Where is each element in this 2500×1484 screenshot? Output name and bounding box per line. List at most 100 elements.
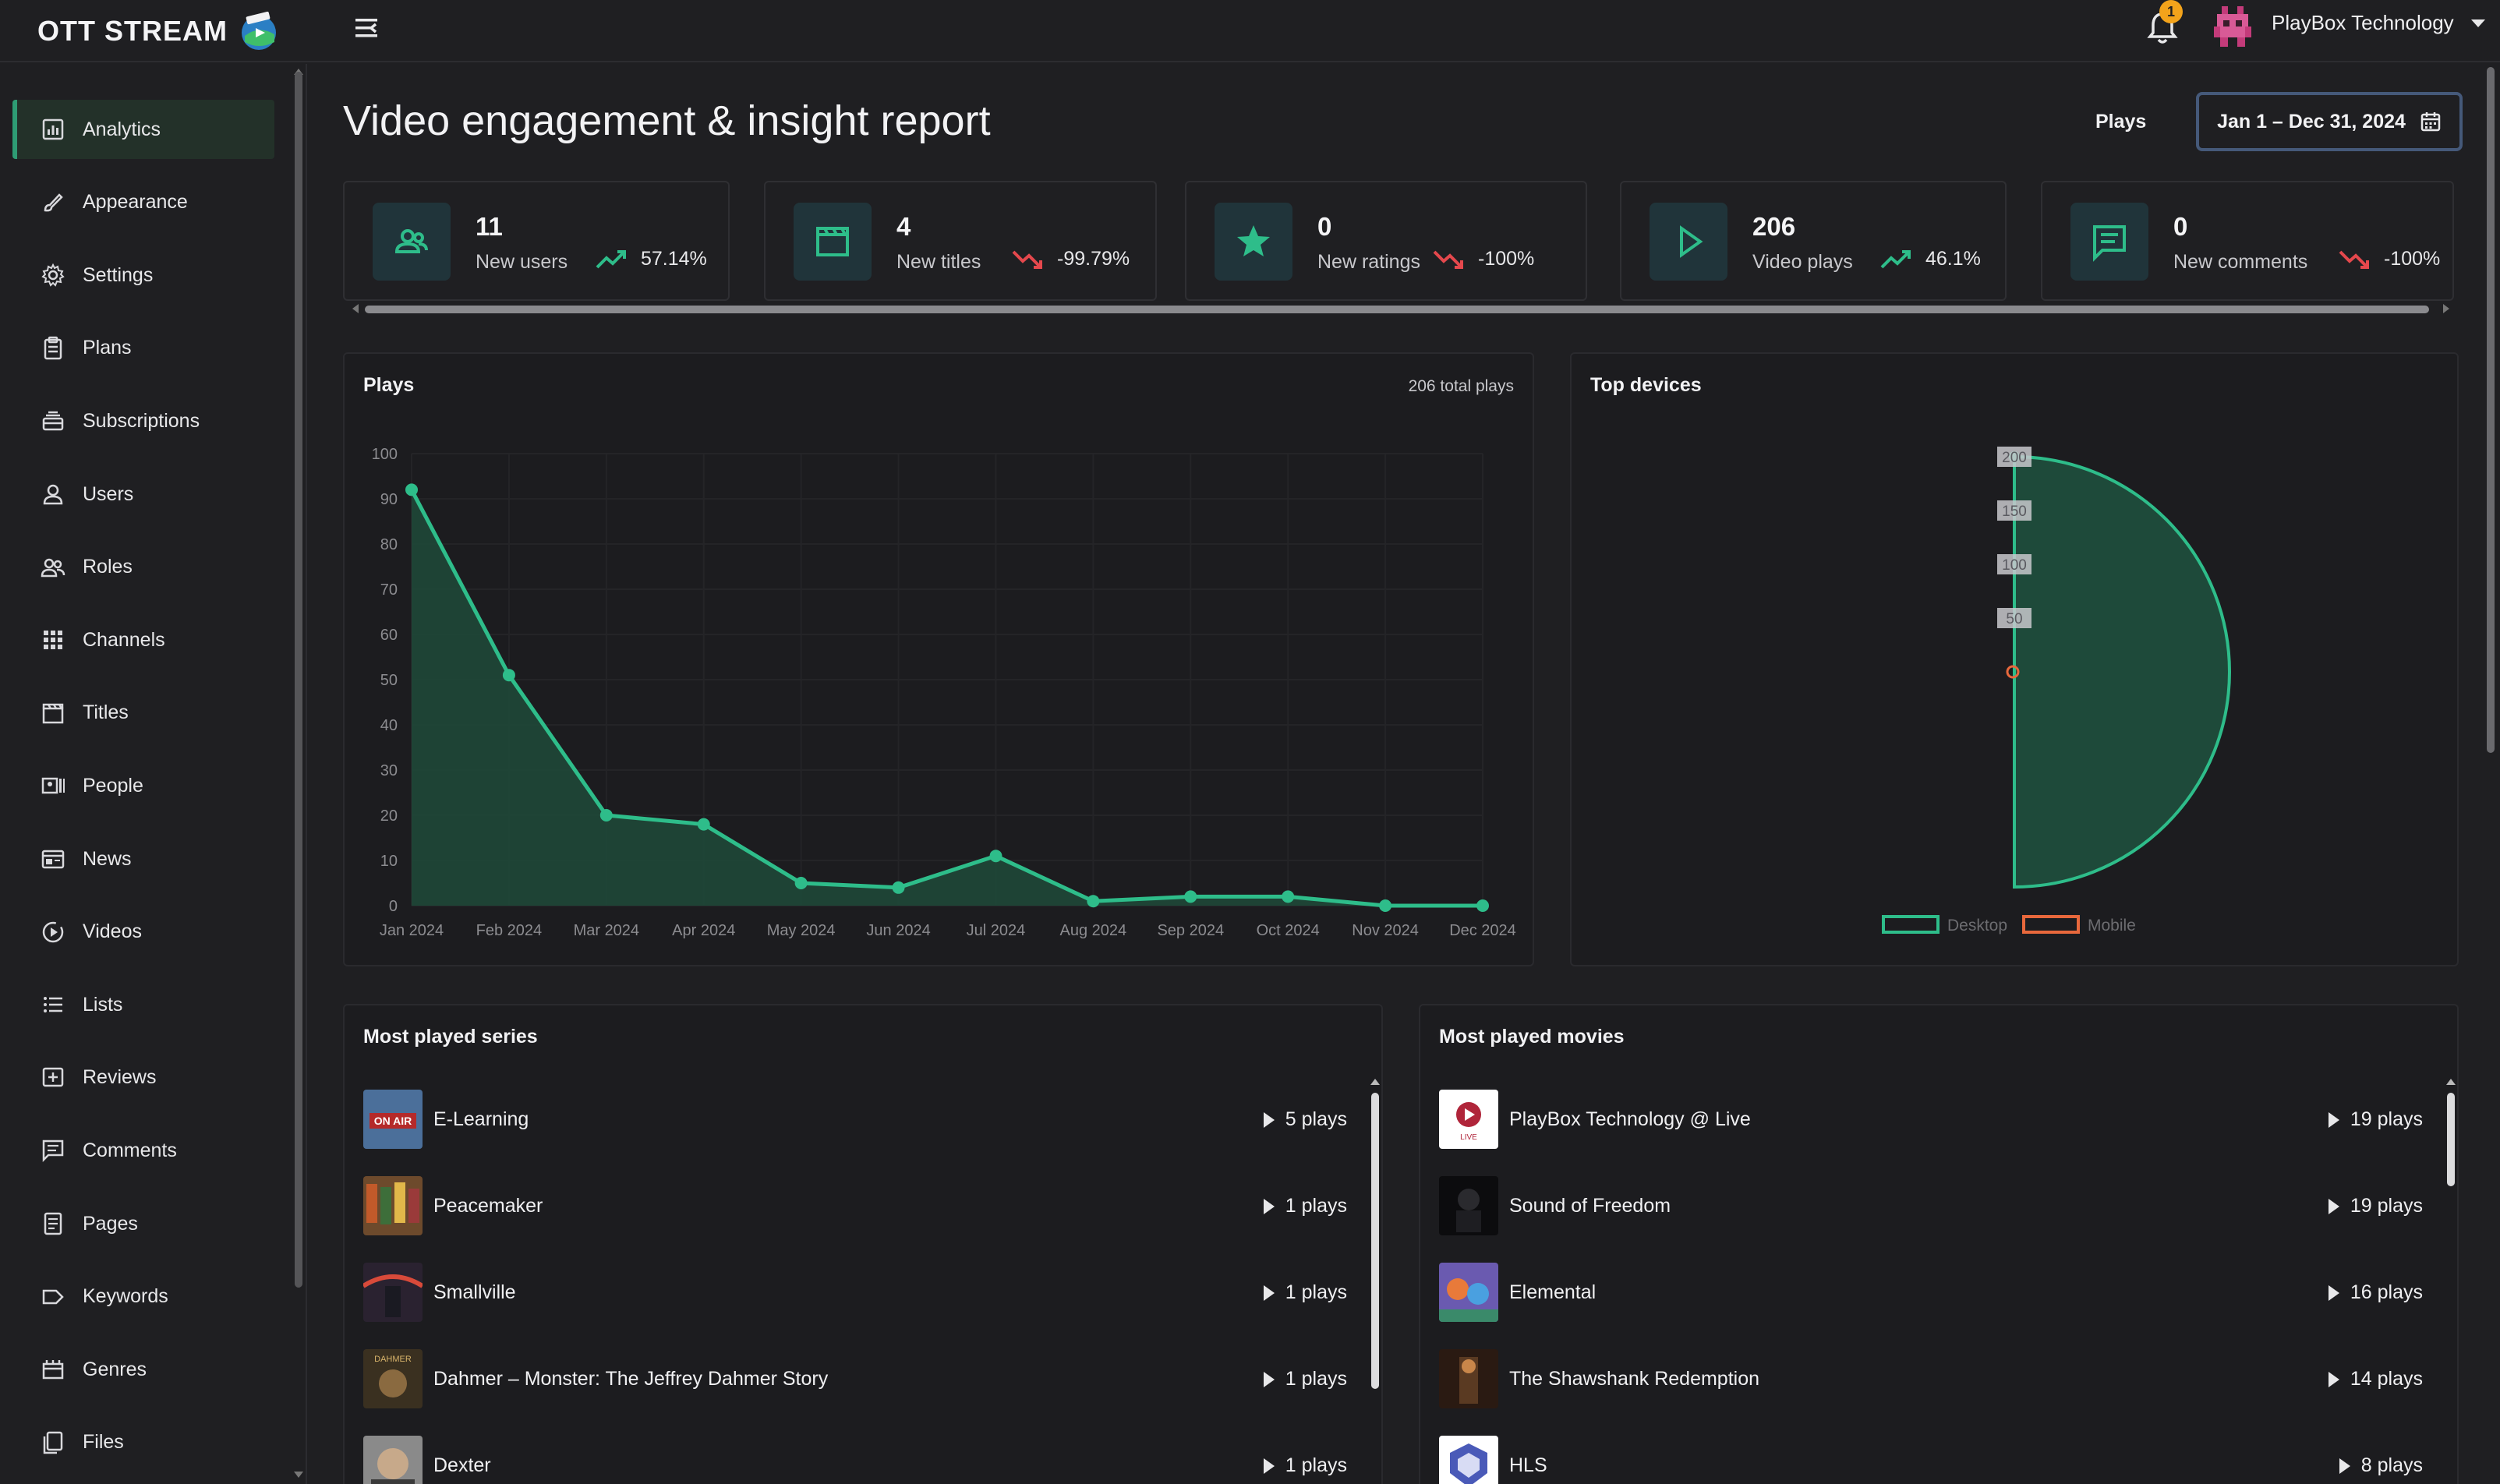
desktop-area xyxy=(2013,454,2231,889)
sidebar-item-label: Videos xyxy=(83,920,142,943)
plays-chart: 0 10 20 30 40 50 60 70 80 90 100 Jan 2024 Feb 2024 Ma… xyxy=(372,446,1516,939)
brand-logo-icon xyxy=(241,11,276,50)
stat-label: Video plays xyxy=(1752,251,1853,273)
page-scrollbar[interactable] xyxy=(2487,67,2495,753)
thumbnail xyxy=(1439,1436,1498,1484)
devices-panel: Top devices 200 150 100 50 Desktop Mobile xyxy=(1570,352,2459,966)
scroll-up-arrow[interactable] xyxy=(1370,1079,1380,1085)
y-tick-label: 40 xyxy=(380,717,398,734)
stat-trend-value: 57.14% xyxy=(641,248,707,270)
sidebar-item-settings[interactable]: Settings xyxy=(12,246,274,305)
sidebar-item-label: Reviews xyxy=(83,1066,157,1089)
scroll-left-arrow[interactable] xyxy=(352,304,359,313)
sidebar-item-label: Analytics xyxy=(83,118,161,140)
list-item[interactable]: DAHMER Dahmer – Monster: The Jeffrey Dahm… xyxy=(363,1349,828,1408)
movie-title: HLS xyxy=(1509,1454,1547,1476)
sidebar-item-label: Subscriptions xyxy=(83,409,200,432)
stat-icon-box xyxy=(2070,203,2148,281)
x-tick-label: Aug 2024 xyxy=(1060,922,1127,939)
series-title: Dexter xyxy=(433,1454,491,1476)
stat-icon-box xyxy=(1215,203,1292,281)
list-item[interactable]: LIVE PlayBox Technology @ Live xyxy=(1439,1090,1751,1149)
sidebar-scrollbar[interactable] xyxy=(295,72,302,1288)
x-tick-label: Jun 2024 xyxy=(866,922,930,939)
trend-down-icon xyxy=(2339,250,2369,269)
play-count-value: 14 plays xyxy=(2350,1368,2423,1390)
play-count-value: 8 plays xyxy=(2360,1454,2423,1476)
play-count-value: 16 plays xyxy=(2350,1281,2423,1303)
stat-value: 0 xyxy=(1317,212,1332,241)
sidebar-item-label: Pages xyxy=(83,1212,138,1235)
trend-down-icon xyxy=(1433,250,1463,269)
movie-title: Elemental xyxy=(1509,1281,1597,1303)
sidebar-item-users[interactable]: Users xyxy=(12,465,274,524)
play-count: 14 plays xyxy=(2328,1368,2423,1390)
x-tick-label: Oct 2024 xyxy=(1257,922,1320,939)
list-item[interactable]: Dexter xyxy=(363,1436,491,1484)
sidebar-item-people[interactable]: People xyxy=(12,756,274,815)
movie-title: PlayBox Technology @ Live xyxy=(1509,1108,1751,1130)
x-tick-label: Jan 2024 xyxy=(380,922,444,939)
sidebar-item-roles[interactable]: Roles xyxy=(12,538,274,597)
data-point xyxy=(1282,890,1295,903)
sidebar-item-channels[interactable]: Channels xyxy=(12,610,274,670)
list-item[interactable]: Elemental xyxy=(1439,1263,1596,1322)
list-item[interactable]: ON AIR E-Learning xyxy=(363,1090,529,1149)
sidebar-item-label: Roles xyxy=(83,556,133,578)
play-count: 1 plays xyxy=(1263,1195,1347,1217)
sidebar-item-titles[interactable]: Titles xyxy=(12,684,274,743)
play-icon xyxy=(1263,1111,1275,1128)
stat-card-video-plays: 206 Video plays 46.1% xyxy=(1620,181,2007,301)
date-range-button[interactable]: Jan 1 – Dec 31, 2024 xyxy=(2196,92,2463,151)
scroll-down-arrow[interactable] xyxy=(294,1472,303,1478)
stat-trend: -99.79% xyxy=(1012,248,1130,270)
sidebar-item-genres[interactable]: Genres xyxy=(12,1340,274,1399)
user-icon xyxy=(43,484,63,505)
clapper-icon xyxy=(816,227,849,256)
scroll-up-arrow[interactable] xyxy=(2446,1079,2456,1085)
trend-up-icon xyxy=(596,249,626,268)
sidebar-item-videos[interactable]: Videos xyxy=(12,903,274,962)
list-item[interactable]: Peacemaker xyxy=(363,1176,543,1235)
data-point xyxy=(989,850,1002,863)
stats-scrollbar[interactable] xyxy=(365,306,2429,313)
sidebar-item-comments[interactable]: Comments xyxy=(12,1121,274,1180)
scroll-right-arrow[interactable] xyxy=(2443,304,2449,313)
data-point xyxy=(892,881,905,894)
menu-toggle-icon[interactable] xyxy=(352,11,387,45)
list-item[interactable]: Sound of Freedom xyxy=(1439,1176,1671,1235)
stat-label: New comments xyxy=(2173,251,2308,273)
account-menu[interactable]: PlayBox Technology xyxy=(2272,11,2485,35)
series-scrollbar[interactable] xyxy=(1371,1093,1379,1389)
brand[interactable]: OTT STREAM xyxy=(37,8,284,55)
y-tick-label: 60 xyxy=(380,627,398,644)
sidebar-item-label: Comments xyxy=(83,1139,177,1161)
play-count-value: 5 plays xyxy=(1285,1108,1347,1130)
sidebar-item-analytics[interactable]: Analytics xyxy=(12,100,274,159)
top-bar: OTT STREAM 1 PlayBox Technology xyxy=(0,0,2500,62)
list-item[interactable]: HLS xyxy=(1439,1436,1547,1484)
sidebar-item-lists[interactable]: Lists xyxy=(12,975,274,1034)
play-count: 5 plays xyxy=(1263,1108,1347,1131)
avatar[interactable] xyxy=(2211,3,2254,50)
sidebar-item-appearance[interactable]: Appearance xyxy=(12,173,274,232)
sidebar-item-subscriptions[interactable]: Subscriptions xyxy=(12,391,274,450)
sidebar-item-pages[interactable]: Pages xyxy=(12,1194,274,1253)
sidebar-item-files[interactable]: Files xyxy=(12,1413,274,1472)
sidebar-item-keywords[interactable]: Keywords xyxy=(12,1267,274,1327)
legend-swatch xyxy=(2022,915,2080,934)
play-icon xyxy=(2328,1371,2339,1387)
sidebar-item-reviews[interactable]: Reviews xyxy=(12,1048,274,1108)
list-item[interactable]: Smallville xyxy=(363,1263,516,1322)
date-range-label: Jan 1 – Dec 31, 2024 xyxy=(2217,110,2406,132)
comment-icon xyxy=(2093,225,2126,262)
play-count-value: 19 plays xyxy=(2350,1108,2423,1130)
list-item[interactable]: The Shawshank Redemption xyxy=(1439,1349,1759,1408)
sidebar-item-plans[interactable]: Plans xyxy=(12,319,274,378)
stat-trend: 57.14% xyxy=(596,248,707,270)
movies-scrollbar[interactable] xyxy=(2447,1093,2455,1186)
analytics-icon xyxy=(42,118,64,140)
series-title: Dahmer – Monster: The Jeffrey Dahmer Sto… xyxy=(433,1367,829,1390)
sidebar-item-news[interactable]: News xyxy=(12,829,274,889)
stat-trend-value: -99.79% xyxy=(1057,248,1130,270)
